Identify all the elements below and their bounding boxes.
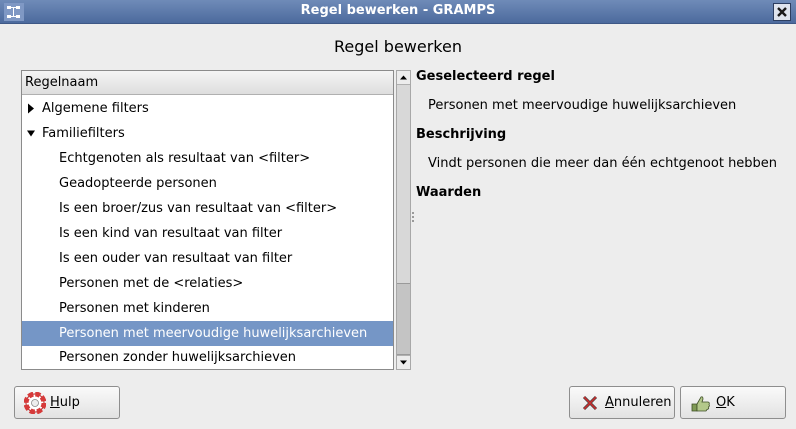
arrow-up-icon bbox=[400, 75, 407, 80]
description-value: Vindt personen die meer dan één echtgeno… bbox=[428, 156, 778, 171]
tree-row-label: Geadopteerde personen bbox=[59, 176, 217, 191]
values-heading: Waarden bbox=[416, 185, 482, 200]
x-icon bbox=[582, 395, 598, 410]
arrow-down-icon bbox=[400, 360, 407, 365]
selected-rule-heading: Geselecteerd regel bbox=[416, 69, 555, 84]
tree-row-label: Is een kind van resultaat van filter bbox=[59, 226, 283, 241]
pane-divider-grip[interactable] bbox=[412, 212, 414, 222]
tree-row-general-filters[interactable]: Algemene filters bbox=[22, 96, 393, 121]
cancel-button-label: Annuleren bbox=[605, 395, 672, 410]
tree-row-family-filters[interactable]: Familiefilters bbox=[22, 121, 393, 146]
selected-rule-value: Personen met meervoudige huwelijksarchie… bbox=[428, 98, 737, 113]
triangle-down-icon[interactable] bbox=[26, 121, 36, 146]
tree-row-rule[interactable]: Is een kind van resultaat van filter bbox=[22, 221, 393, 246]
window-titlebar: Regel bewerken - GRAMPS bbox=[0, 0, 796, 24]
tree-row-label: Algemene filters bbox=[42, 101, 149, 116]
cancel-button[interactable]: Annuleren bbox=[569, 386, 675, 419]
window-title: Regel bewerken - GRAMPS bbox=[300, 3, 496, 18]
dialog-heading: Regel bewerken bbox=[334, 37, 462, 56]
scroll-down-button[interactable] bbox=[397, 355, 410, 369]
scroll-up-button[interactable] bbox=[397, 71, 410, 85]
triangle-right-icon[interactable] bbox=[26, 96, 36, 121]
description-heading: Beschrijving bbox=[416, 127, 507, 142]
tree-row-rule[interactable]: Geadopteerde personen bbox=[22, 171, 393, 196]
tree-row-label: Echtgenoten als resultaat van <filter> bbox=[59, 151, 311, 166]
close-icon bbox=[777, 7, 787, 17]
ok-button-label: OK bbox=[716, 395, 735, 410]
help-button-label: Hulp bbox=[50, 395, 80, 410]
tree-row-rule[interactable]: Is een broer/zus van resultaat van <filt… bbox=[22, 196, 393, 221]
close-button[interactable] bbox=[773, 3, 791, 21]
tree-row-label: Is een broer/zus van resultaat van <filt… bbox=[59, 201, 338, 216]
tree-row-rule[interactable]: Is een ouder van resultaat van filter bbox=[22, 246, 393, 271]
tree-row-rule[interactable]: Echtgenoten als resultaat van <filter> bbox=[22, 146, 393, 171]
tree-row-label: Personen met de <relaties> bbox=[59, 276, 244, 291]
tree-row-label: Personen zonder huwelijksarchieven bbox=[59, 350, 296, 365]
tree-row-label: Personen met kinderen bbox=[59, 301, 210, 316]
lifebuoy-icon bbox=[24, 391, 46, 414]
help-button[interactable]: Hulp bbox=[14, 386, 120, 419]
tree-row-rule[interactable]: Personen met de <relaties> bbox=[22, 271, 393, 296]
tree-row-rule[interactable]: Personen zonder huwelijksarchieven bbox=[22, 346, 393, 369]
ok-button[interactable]: OK bbox=[680, 386, 786, 419]
check-hand-icon bbox=[691, 395, 710, 411]
tree-row-rule-selected[interactable]: Personen met meervoudige huwelijksarchie… bbox=[22, 321, 393, 346]
rule-list-scrollbar[interactable] bbox=[396, 70, 411, 370]
rule-tree[interactable]: Regelnaam Algemene filters Familiefilter… bbox=[21, 70, 394, 370]
tree-row-label: Familiefilters bbox=[42, 126, 125, 141]
tree-row-label: Personen met meervoudige huwelijksarchie… bbox=[59, 326, 368, 341]
scroll-thumb[interactable] bbox=[397, 283, 410, 355]
tree-row-label: Is een ouder van resultaat van filter bbox=[59, 251, 293, 266]
tree-row-rule[interactable]: Personen met kinderen bbox=[22, 296, 393, 321]
column-header-rule-name[interactable]: Regelnaam bbox=[22, 71, 393, 95]
